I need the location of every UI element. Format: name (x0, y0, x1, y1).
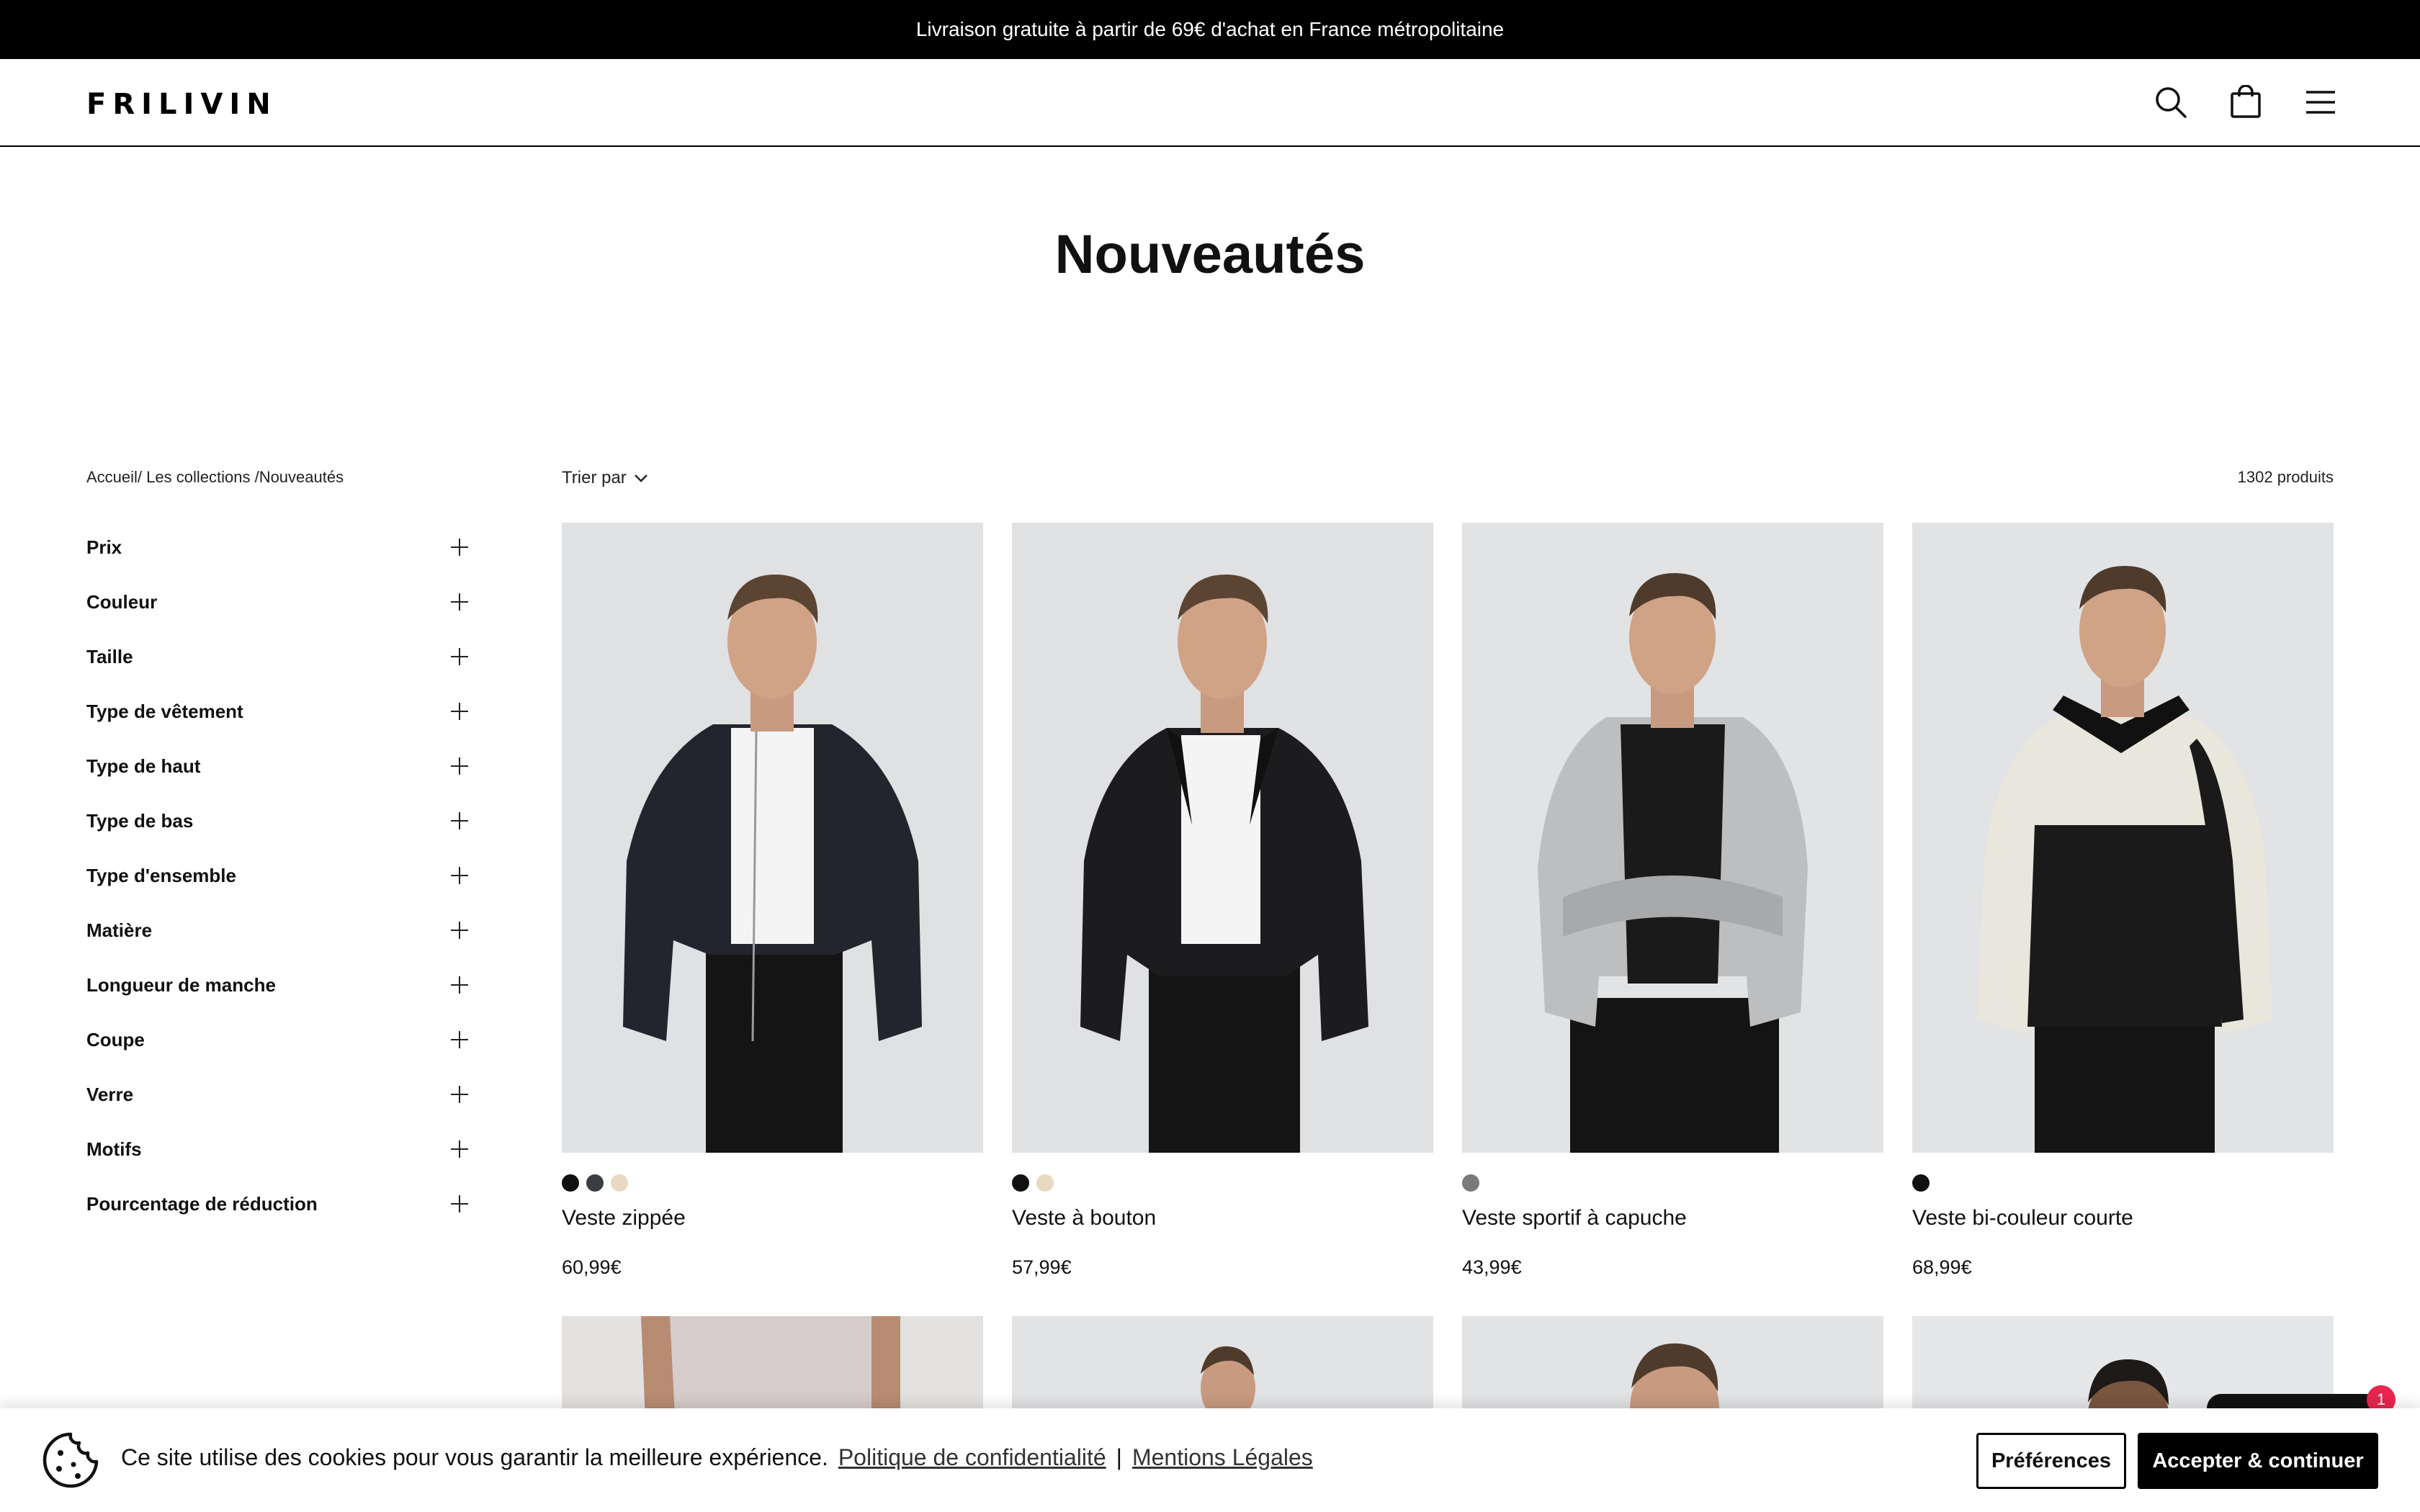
filter-label: Type d'ensemble (86, 864, 236, 886)
filter-label: Type de bas (86, 809, 194, 832)
product-image[interactable] (1912, 523, 2334, 1153)
filter-label: Type de vêtement (86, 700, 243, 722)
color-swatches (1462, 1174, 1883, 1192)
product-image[interactable] (1462, 523, 1883, 1153)
product-card: Veste bi-couleur courte 68,99€ (1912, 523, 2334, 1279)
plus-icon (451, 703, 468, 720)
color-swatches (562, 1174, 983, 1192)
product-image[interactable] (562, 523, 983, 1153)
shopping-bag-icon[interactable] (2224, 81, 2267, 124)
swatch-black[interactable] (1912, 1174, 1930, 1192)
search-icon[interactable] (2149, 81, 2192, 124)
swatch-charcoal[interactable] (586, 1174, 604, 1192)
breadcrumb-collections[interactable]: Les collections / (142, 468, 259, 486)
filter-label: Coupe (86, 1028, 145, 1050)
cookie-message: Ce site utilise des cookies pour vous ga… (121, 1444, 1313, 1471)
plus-icon (451, 812, 468, 829)
announcement-text: Livraison gratuite à partir de 69€ d'ach… (915, 18, 1505, 40)
filter-label: Verre (86, 1083, 134, 1105)
breadcrumb-home[interactable]: Accueil/ (86, 468, 142, 486)
product-name[interactable]: Veste bi-couleur courte (1912, 1206, 2334, 1230)
filter-sidebar: Prix Couleur Taille Type de vêtement Typ… (86, 520, 468, 1231)
plus-icon (451, 593, 468, 611)
preferences-button[interactable]: Préférences (1976, 1433, 2126, 1489)
plus-icon (451, 1086, 468, 1103)
plus-icon (451, 922, 468, 939)
announcement-bar: Livraison gratuite à partir de 69€ d'ach… (0, 0, 2420, 59)
product-price: 57,99€ (1012, 1256, 1072, 1278)
plus-icon (451, 1031, 468, 1048)
product-image[interactable] (1012, 523, 1433, 1153)
swatch-beige[interactable] (611, 1174, 628, 1192)
color-swatches (1912, 1174, 2334, 1192)
filter-type-haut[interactable]: Type de haut (86, 739, 468, 793)
plus-icon (451, 539, 468, 556)
plus-icon (451, 867, 468, 884)
filter-coupe[interactable]: Coupe (86, 1012, 468, 1067)
swatch-black[interactable] (562, 1174, 579, 1192)
filter-type-ensemble[interactable]: Type d'ensemble (86, 848, 468, 903)
filter-label: Couleur (86, 590, 158, 613)
filter-label: Longueur de manche (86, 973, 276, 996)
swatch-black[interactable] (1012, 1174, 1029, 1192)
filter-type-vetement[interactable]: Type de vêtement (86, 684, 468, 739)
filter-type-bas[interactable]: Type de bas (86, 793, 468, 848)
product-price: 60,99€ (562, 1256, 622, 1278)
filter-prix[interactable]: Prix (86, 520, 468, 575)
swatch-beige[interactable] (1036, 1174, 1054, 1192)
sort-dropdown[interactable]: Trier par (562, 468, 648, 488)
filter-label: Motifs (86, 1138, 142, 1160)
plus-icon (451, 648, 468, 665)
breadcrumb: Accueil/ Les collections /Nouveautés (86, 468, 344, 487)
legal-notice-link[interactable]: Mentions Légales (1132, 1444, 1313, 1471)
filter-taille[interactable]: Taille (86, 629, 468, 684)
product-price: 43,99€ (1462, 1256, 1522, 1278)
brand-logo[interactable]: FRILIVIN (86, 88, 277, 121)
product-price: 68,99€ (1912, 1256, 1972, 1278)
color-swatches (1012, 1174, 1433, 1192)
filter-verre[interactable]: Verre (86, 1067, 468, 1122)
plus-icon (451, 976, 468, 994)
filter-label: Pourcentage de réduction (86, 1192, 318, 1215)
page-title: Nouveautés (1054, 224, 1366, 285)
site-header: FRILIVIN (0, 59, 2420, 147)
filter-matiere[interactable]: Matière (86, 903, 468, 958)
filter-motifs[interactable]: Motifs (86, 1122, 468, 1176)
breadcrumb-current: Nouveautés (259, 468, 344, 486)
swatch-grey[interactable] (1462, 1174, 1479, 1192)
plus-icon (451, 757, 468, 775)
link-separator: | (1116, 1444, 1122, 1470)
product-card: Veste sportif à capuche 43,99€ (1462, 523, 1883, 1279)
product-name[interactable]: Veste sportif à capuche (1462, 1206, 1883, 1230)
product-name[interactable]: Veste zippée (562, 1206, 983, 1230)
plus-icon (451, 1140, 468, 1158)
cookie-banner: Ce site utilise des cookies pour vous ga… (0, 1408, 2420, 1512)
chevron-down-icon (634, 474, 647, 482)
plus-icon (451, 1195, 468, 1212)
product-count: 1302 produits (2237, 468, 2334, 486)
filter-couleur[interactable]: Couleur (86, 575, 468, 629)
filter-pourcentage-reduction[interactable]: Pourcentage de réduction (86, 1176, 468, 1231)
product-name[interactable]: Veste à bouton (1012, 1206, 1433, 1230)
filter-label: Prix (86, 536, 122, 558)
filter-label: Matière (86, 919, 153, 941)
accept-continue-button[interactable]: Accepter & continuer (2138, 1433, 2378, 1489)
filter-longueur-manche[interactable]: Longueur de manche (86, 958, 468, 1012)
cookie-icon (40, 1430, 101, 1490)
menu-icon[interactable] (2299, 81, 2342, 124)
privacy-policy-link[interactable]: Politique de confidentialité (838, 1444, 1106, 1471)
product-card: Veste à bouton 57,99€ (1012, 523, 1433, 1279)
filter-label: Type de haut (86, 755, 201, 777)
sort-label: Trier par (562, 468, 627, 487)
filter-label: Taille (86, 645, 133, 667)
product-card: Veste zippée 60,99€ (562, 523, 983, 1279)
cookie-text: Ce site utilise des cookies pour vous ga… (121, 1444, 828, 1470)
